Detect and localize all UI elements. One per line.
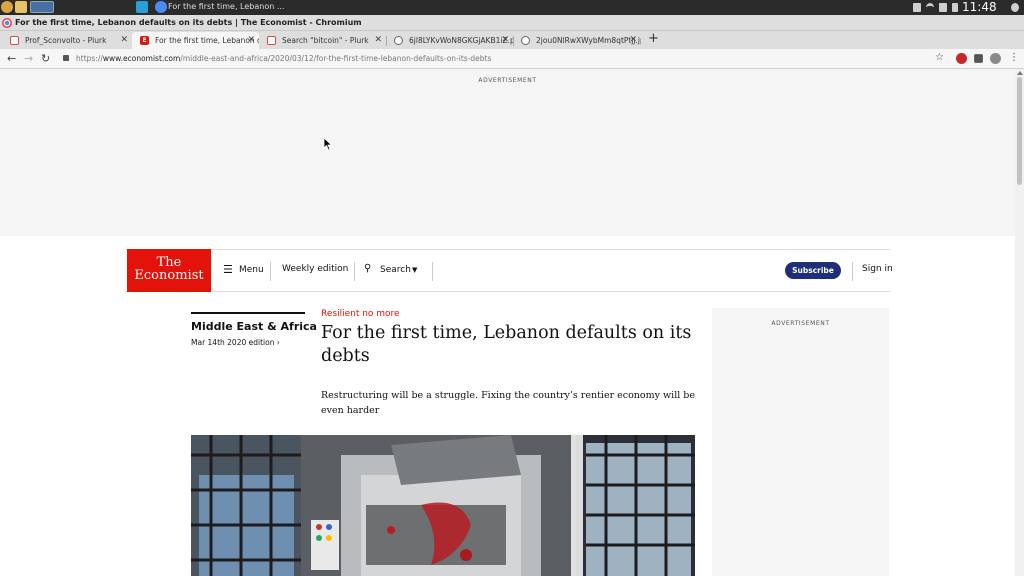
top-ad-slot[interactable]: ADVERTISEMENT bbox=[0, 69, 1015, 236]
globe-icon bbox=[521, 36, 530, 45]
nav-divider bbox=[432, 262, 433, 281]
article-rubric: Resilient no more bbox=[321, 309, 400, 319]
sign-in-link[interactable]: Sign in bbox=[862, 264, 893, 274]
url-path: /middle-east-and-africa/2020/03/12/for-t… bbox=[180, 54, 492, 63]
logo-line-2: Economist bbox=[134, 268, 204, 283]
workspace-switcher-icon[interactable] bbox=[30, 1, 54, 13]
desktop-icon[interactable] bbox=[136, 1, 148, 13]
page-viewport: ADVERTISEMENT The Economist ☰ Menu Weekl… bbox=[0, 69, 1015, 576]
edition-link[interactable]: Mar 14th 2020 edition › bbox=[191, 338, 305, 347]
nav-divider bbox=[270, 262, 271, 281]
tab-economist[interactable]: E For the first time, Lebanon de ✕ bbox=[132, 32, 259, 49]
volume-icon[interactable] bbox=[939, 3, 947, 12]
close-icon[interactable]: ✕ bbox=[247, 35, 255, 45]
chromium-icon[interactable] bbox=[155, 1, 167, 13]
window-title-bar: For the first time, Lebanon defaults on … bbox=[0, 15, 1024, 31]
tab-label: Prof_Sconvolto - Plurk bbox=[25, 36, 107, 45]
address-bar[interactable]: https://www.economist.com/middle-east-an… bbox=[76, 54, 491, 63]
nav-divider bbox=[354, 262, 355, 281]
search-icon[interactable]: ⚲ bbox=[364, 263, 371, 274]
section-name[interactable]: Middle East & Africa bbox=[191, 320, 317, 333]
nav-divider bbox=[852, 262, 853, 281]
power-icon[interactable] bbox=[1011, 3, 1019, 12]
os-taskbar: For the first time, Lebanon ... 11:48 bbox=[0, 0, 1024, 15]
section-rule bbox=[191, 312, 305, 314]
close-icon[interactable]: ✕ bbox=[374, 35, 382, 45]
search-button[interactable]: Search bbox=[380, 265, 411, 275]
edition-date: Mar 14th 2020 edition bbox=[191, 338, 275, 347]
mouse-cursor-icon bbox=[323, 137, 333, 151]
plurk-icon bbox=[267, 36, 276, 45]
battery-icon[interactable] bbox=[952, 3, 958, 12]
forward-button[interactable]: → bbox=[24, 52, 33, 65]
weekly-edition-link[interactable]: Weekly edition bbox=[282, 264, 348, 274]
article-headline: For the first time, Lebanon defaults on … bbox=[321, 323, 692, 366]
section-block: Middle East & Africa Mar 14th 2020 editi… bbox=[191, 312, 317, 347]
hamburger-menu-icon[interactable]: ☰ bbox=[223, 263, 233, 276]
tab-label: 2jou0NlRwXWybMm8qtPtjj.jpg bbox=[536, 36, 641, 45]
extensions-puzzle-icon[interactable] bbox=[974, 54, 983, 63]
tab-label: 6jl8LYKvWoN8GKGjAKB1iZ.png bbox=[409, 36, 513, 45]
new-tab-button[interactable]: + bbox=[648, 31, 659, 46]
extension-blocker-icon[interactable] bbox=[956, 53, 967, 64]
tab-strip: Prof_Sconvolto - Plurk ✕ E For the first… bbox=[0, 31, 1024, 49]
masthead: The Economist ☰ Menu Weekly edition ⚲ Se… bbox=[126, 249, 893, 292]
browser-toolbar: ← → ↻ https://www.economist.com/middle-e… bbox=[0, 49, 1024, 69]
globe-icon bbox=[394, 36, 403, 45]
scrollbar-thumb[interactable] bbox=[1017, 77, 1022, 185]
browser-menu-icon[interactable]: ⋮ bbox=[1009, 52, 1019, 63]
atm-photo bbox=[191, 435, 695, 576]
economist-logo[interactable]: The Economist bbox=[127, 249, 211, 292]
wifi-icon[interactable] bbox=[926, 3, 934, 12]
window-title: For the first time, Lebanon defaults on … bbox=[15, 18, 362, 27]
menu-button[interactable]: Menu bbox=[239, 265, 264, 275]
close-icon[interactable]: ✕ bbox=[629, 35, 637, 45]
tab-plurk-search[interactable]: Search "bitcoin" - Plurk ✕ bbox=[259, 32, 386, 49]
ad-label: ADVERTISEMENT bbox=[478, 77, 537, 84]
lock-icon[interactable] bbox=[63, 55, 69, 61]
page-scrollbar[interactable] bbox=[1015, 69, 1024, 576]
tab-jpg-image[interactable]: 2jou0NlRwXWybMm8qtPtjj.jpg ✕ bbox=[513, 32, 641, 49]
scroll-up-arrow-icon[interactable] bbox=[1017, 71, 1023, 75]
chromium-logo-icon bbox=[2, 18, 12, 28]
url-host: www.economist.com bbox=[102, 54, 181, 63]
chevron-down-icon[interactable]: ▼ bbox=[412, 266, 417, 274]
trash-icon[interactable] bbox=[913, 3, 921, 12]
article-standfirst: Restructuring will be a struggle. Fixing… bbox=[321, 390, 695, 416]
close-icon[interactable]: ✕ bbox=[501, 35, 509, 45]
clock: 11:48 bbox=[962, 0, 997, 14]
tab-plurk-profile[interactable]: Prof_Sconvolto - Plurk ✕ bbox=[2, 32, 132, 49]
side-ad-slot[interactable]: ADVERTISEMENT bbox=[712, 308, 889, 576]
bookmark-star-icon[interactable]: ☆ bbox=[935, 52, 944, 63]
tab-label: Search "bitcoin" - Plurk bbox=[282, 36, 369, 45]
taskbar-window-title[interactable]: For the first time, Lebanon ... bbox=[168, 2, 284, 11]
article-hero-image bbox=[191, 435, 695, 576]
tab-label: For the first time, Lebanon de bbox=[155, 36, 259, 45]
back-button[interactable]: ← bbox=[7, 52, 16, 65]
subscribe-button[interactable]: Subscribe bbox=[785, 262, 841, 279]
close-icon[interactable]: ✕ bbox=[120, 35, 128, 45]
tab-png-image[interactable]: 6jl8LYKvWoN8GKGjAKB1iZ.png ✕ bbox=[386, 32, 513, 49]
url-scheme: https:// bbox=[76, 54, 103, 63]
folder-icon[interactable] bbox=[15, 1, 27, 13]
reload-button[interactable]: ↻ bbox=[41, 52, 50, 65]
economist-icon: E bbox=[140, 36, 149, 45]
app-menu-icon[interactable] bbox=[1, 1, 13, 13]
plurk-icon bbox=[10, 36, 19, 45]
ad-label: ADVERTISEMENT bbox=[771, 320, 830, 327]
profile-avatar-icon[interactable] bbox=[990, 53, 1001, 64]
